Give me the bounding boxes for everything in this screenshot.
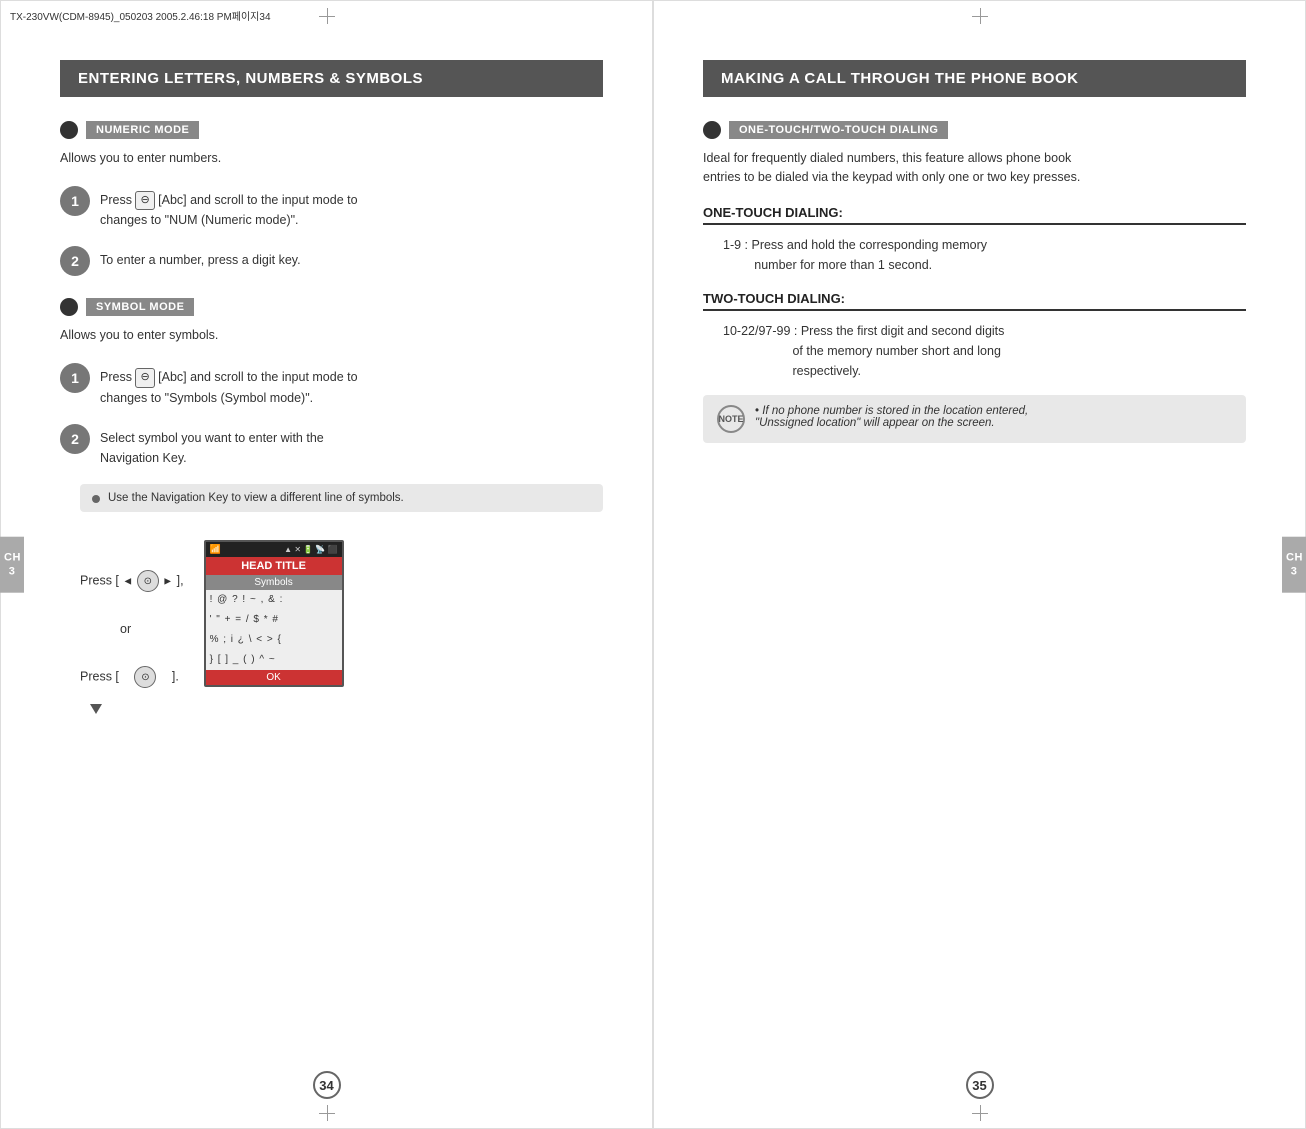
note-bullet (92, 495, 100, 503)
numeric-description: Allows you to enter numbers. (60, 149, 603, 168)
arrow-left-icon: ◄ (122, 575, 133, 587)
filename-header: TX-230VW(CDM-8945)_050203 2005.2.46:18 P… (10, 8, 271, 23)
left-section-header: ENTERING LETTERS, NUMBERS & SYMBOLS (60, 60, 603, 97)
screen-symbols-row-2: ' " + = / $ * # (206, 610, 342, 630)
abc-key-icon-sym: ⊖ (135, 368, 154, 388)
symbol-step-2-text: Select symbol you want to enter with the… (100, 424, 324, 468)
press-label-sym: Press (100, 370, 135, 384)
symbol-step-2: 2 Select symbol you want to enter with t… (60, 424, 603, 468)
arrow-down-icon (90, 704, 102, 714)
numeric-bullet (60, 121, 78, 139)
one-two-touch-description: Ideal for frequently dialed numbers, thi… (703, 149, 1246, 187)
screen-symbols-row-1: ! @ ? ! ~ , & : (206, 590, 342, 610)
page-number-circle-left: 34 (313, 1071, 341, 1099)
symbol-step-circle-1: 1 (60, 363, 90, 393)
press-label-1: Press [ ◄ ⊙ ► ], (80, 570, 184, 592)
numeric-step-1: 1 Press ⊖ [Abc] and scroll to the input … (60, 186, 603, 231)
left-page-number: 34 (313, 1071, 341, 1099)
symbol-step-circle-2: 2 (60, 424, 90, 454)
one-touch-heading: ONE-TOUCH DIALING: (703, 205, 1246, 225)
right-page: CH 3 MAKING A CALL THROUGH THE PHONE BOO… (653, 0, 1306, 1129)
one-two-touch-text: ONE-TOUCH/TWO-TOUCH DIALING (729, 121, 948, 139)
symbol-mode-text: SYMBOL MODE (86, 298, 194, 316)
ch3-tab-right: CH 3 (1282, 536, 1306, 593)
step-2-text: To enter a number, press a digit key. (100, 246, 301, 270)
numeric-step-2: 2 To enter a number, press a digit key. (60, 246, 603, 276)
right-note-text: • If no phone number is stored in the lo… (755, 405, 1028, 429)
abc-key-icon: ⊖ (135, 191, 154, 211)
symbol-mode-label: SYMBOL MODE (60, 298, 194, 316)
numeric-mode-label: NUMERIC MODE (60, 121, 199, 139)
phone-screen-mockup: 📶 ▲ ✕ 🔋 📡 ⬛ HEAD TITLE Symbols ! @ ? ! ~… (204, 540, 344, 687)
note-text: Use the Navigation Key to view a differe… (108, 492, 404, 504)
one-two-touch-bullet (703, 121, 721, 139)
screen-status-bar: 📶 ▲ ✕ 🔋 📡 ⬛ (206, 542, 342, 557)
symbol-bullet (60, 298, 78, 316)
symbol-note-box: Use the Navigation Key to view a differe… (80, 484, 603, 512)
numeric-mode-text: NUMERIC MODE (86, 121, 199, 139)
symbol-step-1-text: Press ⊖ [Abc] and scroll to the input mo… (100, 363, 358, 408)
page-number-circle-right: 35 (966, 1071, 994, 1099)
left-page: TX-230VW(CDM-8945)_050203 2005.2.46:18 P… (0, 0, 653, 1129)
screen-head-title: HEAD TITLE (206, 557, 342, 575)
screen-symbols-title: Symbols (206, 575, 342, 590)
one-two-touch-label: ONE-TOUCH/TWO-TOUCH DIALING (703, 121, 948, 139)
right-section-header: MAKING A CALL THROUGH THE PHONE BOOK (703, 60, 1246, 97)
step-circle-2: 2 (60, 246, 90, 276)
symbol-description: Allows you to enter symbols. (60, 326, 603, 345)
right-note-box: NOTE • If no phone number is stored in t… (703, 395, 1246, 443)
nav-key-icon-2: ⊙ (134, 666, 156, 688)
step-1-text: Press ⊖ [Abc] and scroll to the input mo… (100, 186, 358, 231)
symbol-step-1: 1 Press ⊖ [Abc] and scroll to the input … (60, 363, 603, 408)
screen-ok-bar: OK (206, 670, 342, 685)
two-touch-heading: TWO-TOUCH DIALING: (703, 291, 1246, 311)
screen-symbols-row-3: % ; i ¿ \ < > { (206, 630, 342, 650)
or-text: or (120, 622, 184, 636)
screen-symbols-row-4: } [ ] _ ( ) ^ ~ (206, 650, 342, 670)
ch3-tab-left: CH 3 (0, 536, 24, 593)
nav-key-icon: ⊙ (137, 570, 159, 592)
phone-screen-area: Press [ ◄ ⊙ ► ], or Press [ ⊙ ]. (80, 540, 603, 716)
one-touch-description: 1-9 : Press and hold the corresponding m… (703, 235, 1246, 275)
note-icon: NOTE (717, 405, 745, 433)
arrow-right-icon: ► (162, 575, 173, 587)
right-page-number: 35 (966, 1071, 994, 1099)
press-labels: Press [ ◄ ⊙ ► ], or Press [ ⊙ ]. (80, 540, 184, 716)
press-label-2: Press [ ⊙ ]. (80, 666, 184, 688)
press-label: Press (100, 193, 135, 207)
two-touch-description: 10-22/97-99 : Press the first digit and … (703, 321, 1246, 381)
step-circle-1: 1 (60, 186, 90, 216)
